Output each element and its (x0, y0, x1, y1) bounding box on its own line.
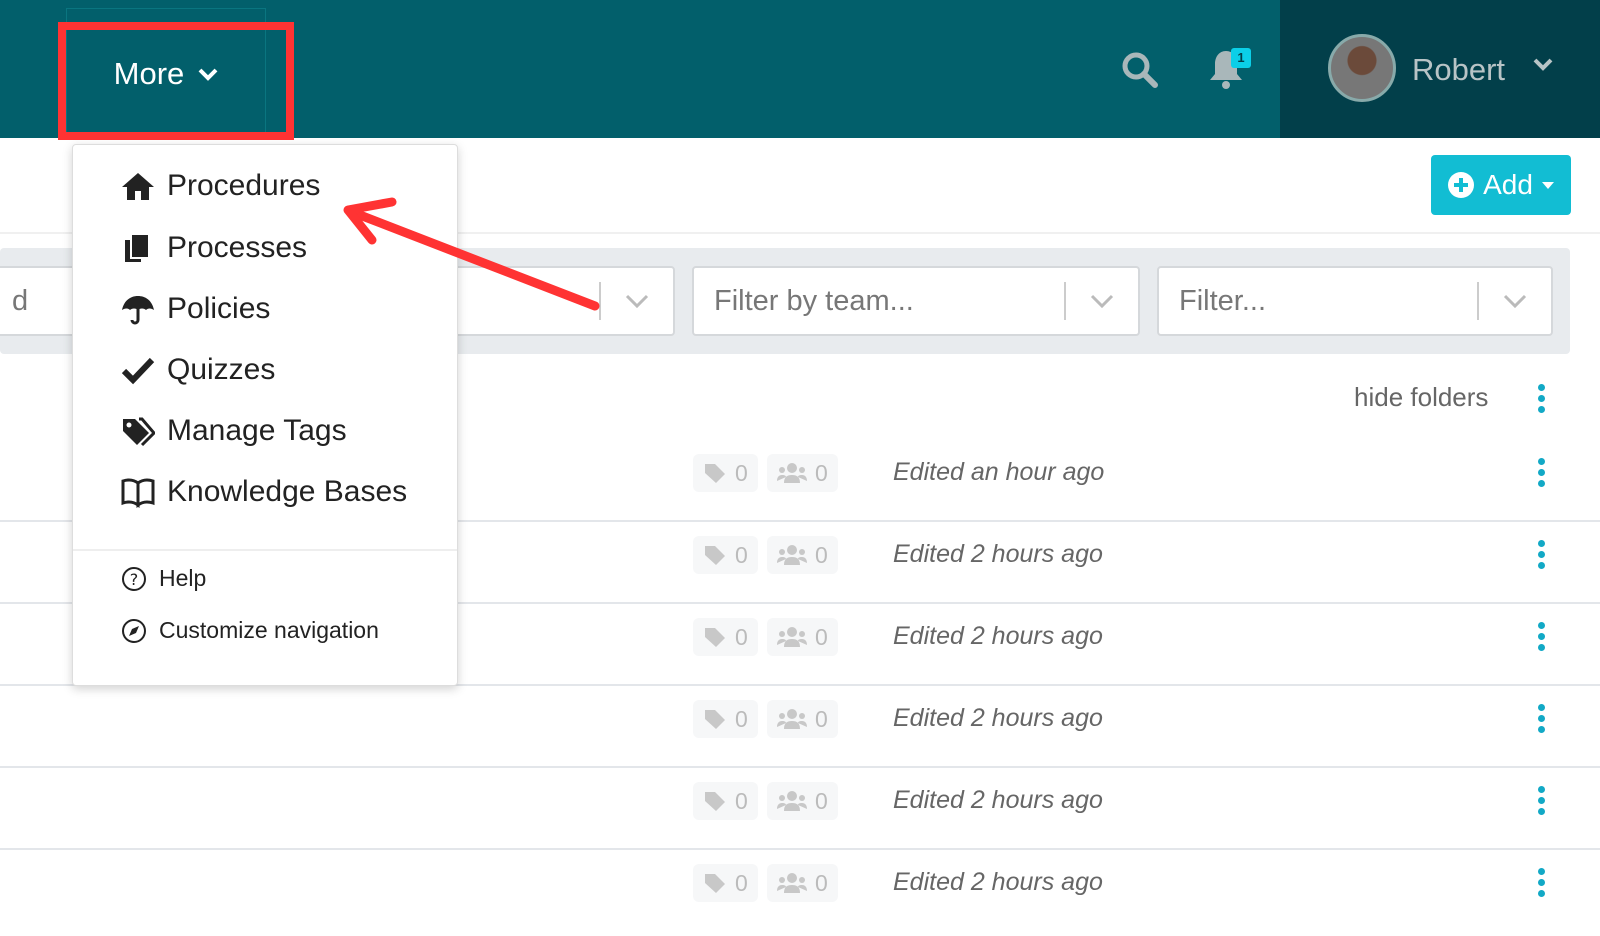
chevron-down-icon (1479, 294, 1551, 308)
users-icon (777, 545, 807, 565)
edited-timestamp: Edited 2 hours ago (893, 868, 1103, 896)
edited-timestamp: Edited 2 hours ago (893, 704, 1103, 732)
plus-circle-icon (1448, 172, 1475, 198)
menu-item-policies[interactable]: Policies (121, 292, 270, 326)
notification-badge: 1 (1231, 48, 1251, 68)
tag-count-value: 0 (735, 541, 748, 568)
menu-item-label: Help (159, 565, 207, 591)
question-circle-icon: ? (122, 566, 146, 591)
user-name[interactable]: Robert (1412, 52, 1505, 88)
filter-select[interactable]: Filter... (1157, 266, 1553, 336)
tag-icon (705, 464, 725, 483)
compass-icon (122, 618, 146, 643)
edited-timestamp: Edited an hour ago (893, 458, 1105, 486)
kebab-menu-icon[interactable] (1538, 786, 1546, 815)
menu-item-label: Manage Tags (167, 414, 347, 447)
more-menu-button[interactable]: More (66, 8, 266, 138)
member-count: 0 (767, 700, 838, 738)
umbrella-icon (122, 296, 154, 325)
member-count: 0 (767, 864, 838, 902)
tag-count-value: 0 (735, 459, 748, 486)
tag-count: 0 (693, 454, 758, 492)
chevron-down-icon (601, 294, 673, 308)
member-count: 0 (767, 618, 838, 656)
kebab-menu-icon[interactable] (1538, 868, 1546, 897)
tags-icon (123, 417, 155, 447)
menu-item-knowledge-bases[interactable]: Knowledge Bases (121, 475, 407, 509)
menu-item-processes[interactable]: Processes (121, 231, 307, 265)
member-count-value: 0 (815, 869, 828, 896)
add-button[interactable]: Add (1431, 155, 1571, 215)
add-label: Add (1483, 169, 1533, 200)
menu-item-quizzes[interactable]: Quizzes (121, 353, 275, 387)
table-row[interactable]: 0 0 Edited 2 hours ago (0, 684, 1600, 768)
menu-item-label: Processes (167, 231, 308, 264)
chevron-down-icon (1066, 294, 1138, 308)
tag-count: 0 (693, 700, 758, 738)
hide-folders-link[interactable]: hide folders (1354, 382, 1488, 413)
kebab-menu-icon[interactable] (1538, 704, 1546, 733)
tag-icon (705, 546, 725, 565)
avatar[interactable] (1328, 34, 1396, 102)
menu-item-label: Knowledge Bases (167, 475, 408, 508)
tag-icon (705, 628, 725, 647)
chevron-down-icon (198, 68, 218, 81)
member-count-value: 0 (815, 623, 828, 650)
member-count-value: 0 (815, 705, 828, 732)
edited-timestamp: Edited 2 hours ago (893, 786, 1103, 814)
tag-count: 0 (693, 536, 758, 574)
users-icon (777, 873, 807, 893)
users-icon (777, 791, 807, 811)
member-count-value: 0 (815, 541, 828, 568)
kebab-menu-icon[interactable] (1538, 458, 1546, 487)
menu-divider (73, 549, 457, 551)
book-icon (121, 478, 155, 508)
member-count: 0 (767, 454, 838, 492)
menu-item-label: Procedures (167, 169, 321, 202)
edited-timestamp: Edited 2 hours ago (893, 622, 1103, 650)
table-row[interactable]: 0 0 Edited 2 hours ago (0, 848, 1600, 932)
search-icon[interactable] (1120, 50, 1160, 95)
member-count-value: 0 (815, 459, 828, 486)
tag-icon (705, 710, 725, 729)
tag-count: 0 (693, 864, 758, 902)
kebab-menu-icon[interactable] (1538, 384, 1546, 413)
menu-item-label: Policies (167, 292, 271, 325)
home-icon (122, 173, 154, 200)
menu-item-manage-tags[interactable]: Manage Tags (121, 414, 347, 448)
more-dropdown-menu: Procedures Processes Policies Quizzes Ma… (72, 144, 458, 686)
filter-placeholder: Filter... (1179, 284, 1267, 317)
svg-text:?: ? (130, 570, 139, 589)
tag-icon (705, 874, 725, 893)
check-icon (121, 357, 155, 385)
tag-count-value: 0 (735, 869, 748, 896)
menu-item-label: Customize navigation (159, 617, 379, 643)
users-icon (777, 627, 807, 647)
menu-item-help[interactable]: ? Help (121, 565, 206, 592)
menu-item-label: Quizzes (167, 353, 276, 386)
member-count: 0 (767, 782, 838, 820)
menu-item-customize-navigation[interactable]: Customize navigation (121, 617, 379, 644)
tag-count-value: 0 (735, 705, 748, 732)
edited-timestamp: Edited 2 hours ago (893, 540, 1103, 568)
tag-count: 0 (693, 782, 758, 820)
menu-item-procedures[interactable]: Procedures (121, 169, 320, 203)
caret-down-icon (1541, 182, 1554, 189)
chevron-down-icon[interactable] (1532, 56, 1554, 72)
tag-count: 0 (693, 618, 758, 656)
tag-count-value: 0 (735, 623, 748, 650)
users-icon (777, 463, 807, 483)
member-count: 0 (767, 536, 838, 574)
table-row[interactable]: 0 0 Edited 2 hours ago (0, 766, 1600, 850)
filter-by-team-placeholder: Filter by team... (714, 284, 914, 317)
tag-count-value: 0 (735, 787, 748, 814)
filter-by-team-select[interactable]: Filter by team... (692, 266, 1140, 336)
users-icon (777, 709, 807, 729)
kebab-menu-icon[interactable] (1538, 540, 1546, 569)
more-label: More (113, 55, 185, 91)
kebab-menu-icon[interactable] (1538, 622, 1546, 651)
copy-icon (125, 233, 150, 262)
tag-icon (705, 792, 725, 811)
member-count-value: 0 (815, 787, 828, 814)
